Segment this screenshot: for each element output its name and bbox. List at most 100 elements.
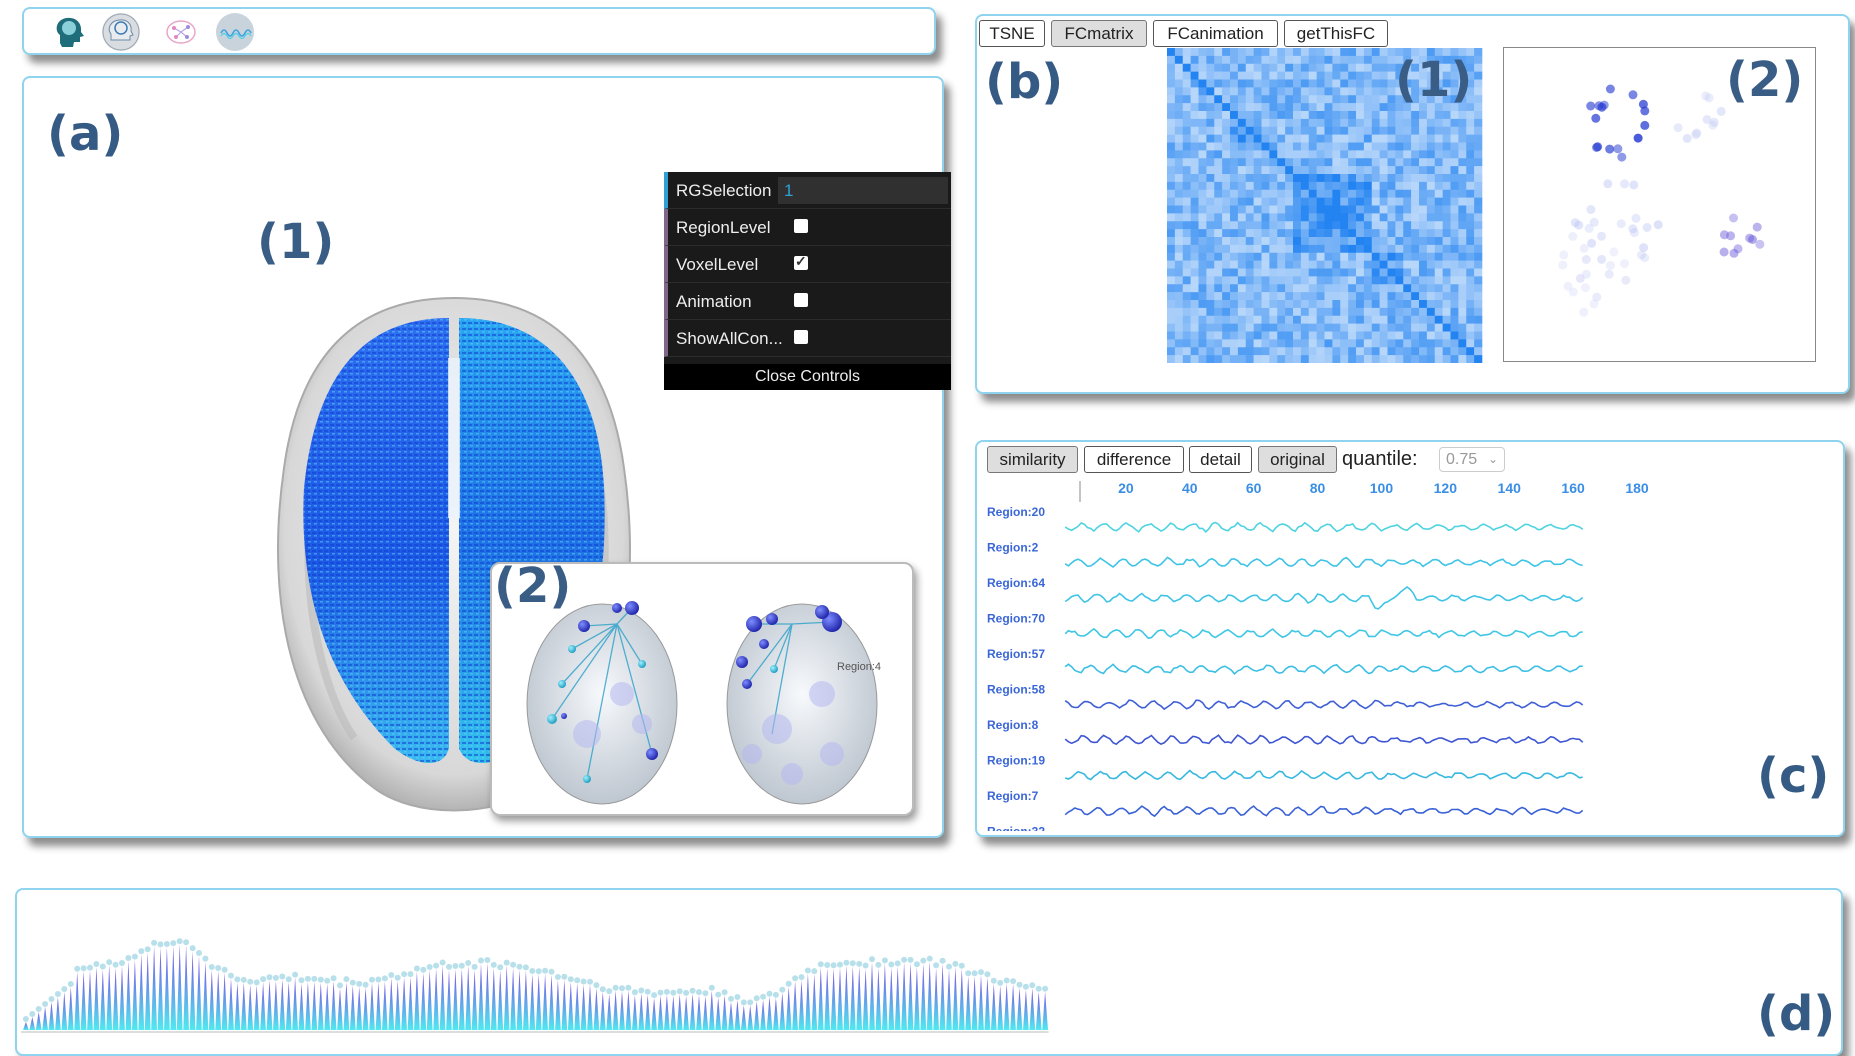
timeline-point[interactable] xyxy=(933,962,940,969)
region-label[interactable]: Region:57 xyxy=(987,647,1045,661)
timeline-point[interactable] xyxy=(426,964,433,970)
tsne-point[interactable] xyxy=(1581,255,1591,264)
timeline-point[interactable] xyxy=(183,939,190,946)
timeline-bar[interactable] xyxy=(734,1000,741,1030)
timeline-bar[interactable] xyxy=(93,967,100,1030)
tsne-point[interactable] xyxy=(1631,213,1641,223)
timeline-bar[interactable] xyxy=(548,974,555,1030)
timeline-bar[interactable] xyxy=(683,995,689,1030)
timeline-bar[interactable] xyxy=(23,1022,29,1030)
timeline-point[interactable] xyxy=(804,967,811,974)
timeline-bar[interactable] xyxy=(35,1012,42,1030)
timeline-point[interactable] xyxy=(93,961,100,967)
timeline-point[interactable] xyxy=(657,989,664,996)
timeline-point[interactable] xyxy=(869,956,875,963)
timeline-bar[interactable] xyxy=(305,981,311,1030)
timeline-bar[interactable] xyxy=(946,969,952,1030)
timeline-bar[interactable] xyxy=(856,966,863,1030)
timeline-point[interactable] xyxy=(913,961,920,968)
timeline-bar[interactable] xyxy=(901,962,907,1030)
timeline-bar[interactable] xyxy=(196,956,202,1030)
tsne-point[interactable] xyxy=(1568,232,1578,241)
timeline-bar[interactable] xyxy=(369,982,375,1030)
timeline-bar[interactable] xyxy=(670,995,677,1030)
tsne-point[interactable] xyxy=(1729,248,1739,258)
tsne-point[interactable] xyxy=(1629,228,1639,238)
timeline-bar[interactable] xyxy=(471,969,478,1030)
timeline-bar[interactable] xyxy=(606,994,613,1030)
timeline-point[interactable] xyxy=(87,964,93,971)
timeline-bar[interactable] xyxy=(240,982,247,1030)
tsne-point[interactable] xyxy=(1597,254,1607,264)
timeline-point[interactable] xyxy=(587,978,593,985)
timeline-point[interactable] xyxy=(817,961,824,968)
original-button[interactable]: original xyxy=(1258,446,1337,473)
timeline-bar[interactable] xyxy=(67,987,74,1030)
timeline-point[interactable] xyxy=(420,966,427,973)
timeline-bar[interactable] xyxy=(452,969,459,1030)
timeline-point[interactable] xyxy=(997,979,1004,986)
timeline-bar[interactable] xyxy=(862,968,869,1031)
timeline-bar[interactable] xyxy=(715,997,722,1030)
timeline-lollipop-chart[interactable] xyxy=(17,890,1217,1050)
timeline-point[interactable] xyxy=(683,989,690,996)
timeline-bar[interactable] xyxy=(625,990,632,1030)
tsne-point[interactable] xyxy=(1716,106,1726,116)
timeline-point[interactable] xyxy=(446,963,452,970)
timeline-point[interactable] xyxy=(272,974,279,981)
timeline-point[interactable] xyxy=(138,948,145,955)
timeline-point[interactable] xyxy=(304,975,311,982)
timeline-point[interactable] xyxy=(1010,978,1017,985)
region-label[interactable]: Region:20 xyxy=(987,505,1045,519)
timeline-point[interactable] xyxy=(234,976,241,983)
timeline-bar[interactable] xyxy=(696,995,702,1030)
timeline-bar[interactable] xyxy=(978,975,984,1030)
region-label[interactable]: Region:19 xyxy=(987,754,1045,768)
timeline-bar[interactable] xyxy=(785,986,792,1030)
timeline-point[interactable] xyxy=(330,975,337,982)
tsne-point[interactable] xyxy=(1559,250,1569,260)
timeline-bar[interactable] xyxy=(266,980,273,1030)
tsne-point[interactable] xyxy=(1745,233,1755,243)
timeline-point[interactable] xyxy=(106,959,113,966)
tsne-point[interactable] xyxy=(1563,281,1573,291)
timeline-point[interactable] xyxy=(651,992,658,999)
timeline-point[interactable] xyxy=(29,1011,36,1017)
time-series-chart[interactable]: 20 40 60 80 100 120 140 160 180Region:20Region:2… xyxy=(977,476,1837,831)
timeline-bar[interactable] xyxy=(138,954,145,1030)
timeline-point[interactable] xyxy=(433,962,440,969)
timeline-bar[interactable] xyxy=(638,993,645,1031)
timeline-point[interactable] xyxy=(554,974,561,980)
timeline-point[interactable] xyxy=(221,966,228,973)
timeline-bar[interactable] xyxy=(42,1007,48,1030)
timeline-bar[interactable] xyxy=(837,967,843,1030)
timeline-point[interactable] xyxy=(163,941,170,947)
timeline-bar[interactable] xyxy=(503,965,510,1030)
timeline-point[interactable] xyxy=(176,938,183,945)
timeline-bar[interactable] xyxy=(510,967,516,1030)
timeline-point[interactable] xyxy=(856,960,863,967)
timeline-bar[interactable] xyxy=(279,979,286,1031)
timeline-point[interactable] xyxy=(920,957,927,964)
timeline-bar[interactable] xyxy=(183,945,189,1030)
timeline-point[interactable] xyxy=(798,974,805,981)
timeline-bar[interactable] xyxy=(234,982,241,1030)
timeline-point[interactable] xyxy=(965,970,972,977)
timeline-bar[interactable] xyxy=(324,983,331,1030)
timeline-bar[interactable] xyxy=(651,998,657,1030)
timeline-bar[interactable] xyxy=(933,968,939,1030)
tsne-point[interactable] xyxy=(1579,243,1589,253)
timeline-point[interactable] xyxy=(990,977,997,984)
timeline-bar[interactable] xyxy=(728,1001,734,1030)
timeline-bar[interactable] xyxy=(394,980,401,1030)
timeline-bar[interactable] xyxy=(87,970,93,1030)
timeline-point[interactable] xyxy=(676,988,683,995)
timeline-point[interactable] xyxy=(42,1001,49,1007)
timeline-point[interactable] xyxy=(362,981,369,988)
timeline-bar[interactable] xyxy=(567,982,574,1030)
timeline-point[interactable] xyxy=(721,989,728,996)
tsne-point[interactable] xyxy=(1617,152,1627,162)
timeline-bar[interactable] xyxy=(388,978,395,1030)
head-brain-icon[interactable] xyxy=(50,13,88,51)
timeline-point[interactable] xyxy=(625,984,632,991)
